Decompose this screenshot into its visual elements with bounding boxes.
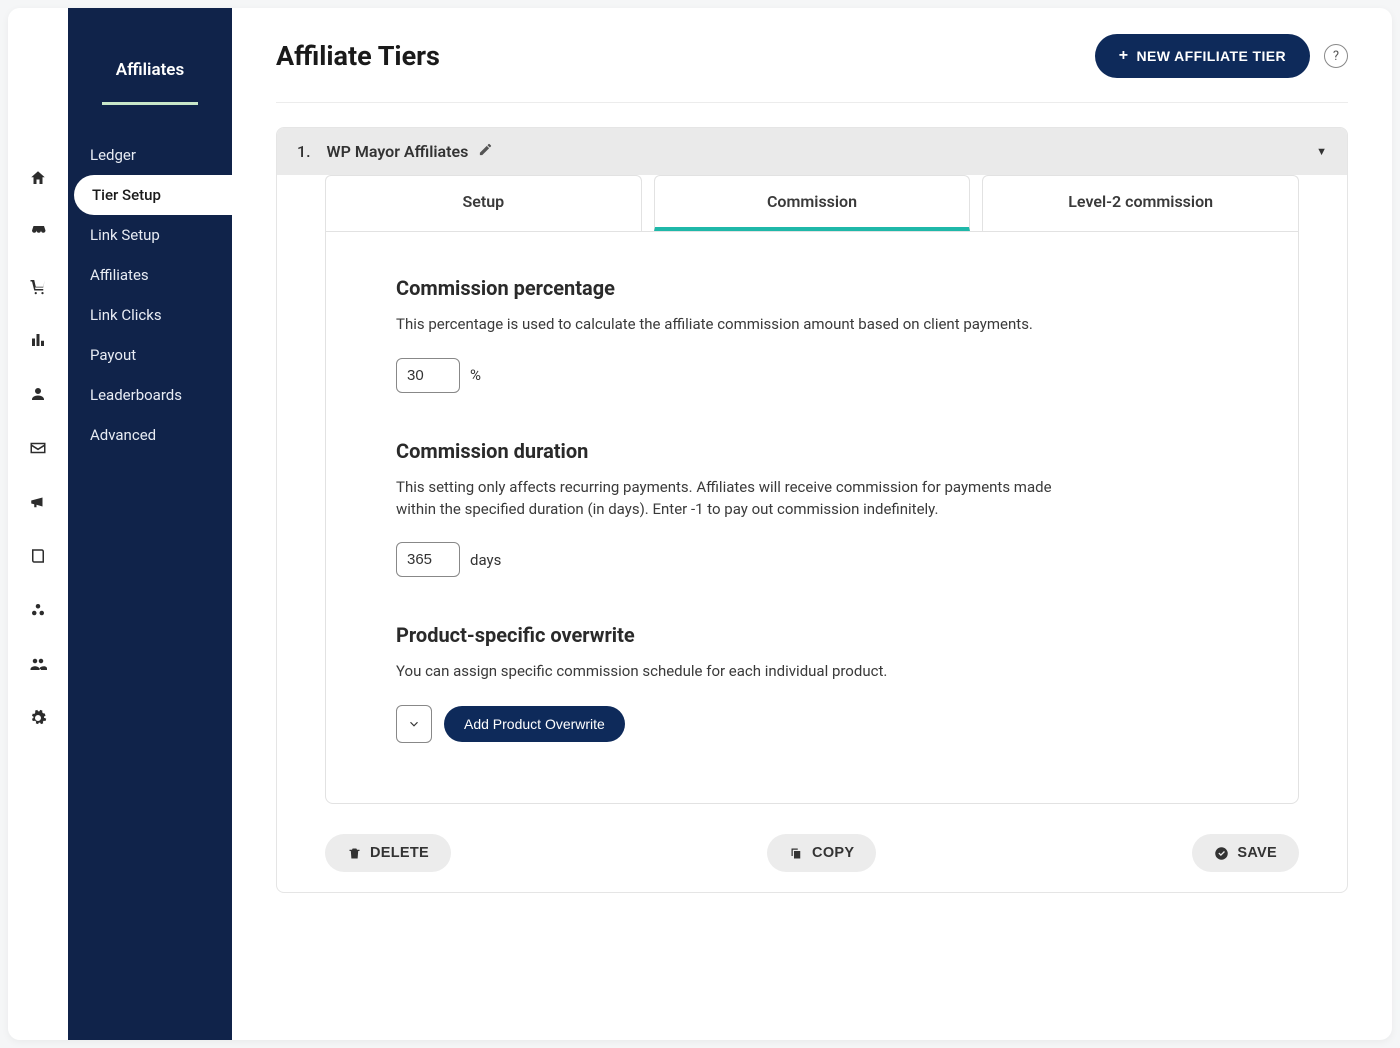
commission-duration-title: Commission duration — [396, 439, 1228, 463]
commission-percentage-unit: % — [470, 366, 481, 384]
tab-content: Commission percentage This percentage is… — [325, 231, 1299, 804]
check-circle-icon — [1214, 846, 1229, 861]
commission-duration-desc: This setting only affects recurring paym… — [396, 477, 1076, 521]
save-button[interactable]: SAVE — [1192, 834, 1299, 872]
megaphone-icon[interactable] — [28, 492, 48, 512]
chevron-down-icon[interactable]: ▼ — [1316, 145, 1327, 158]
sidebar-item-tier-setup[interactable]: Tier Setup — [74, 175, 232, 215]
home-icon[interactable] — [28, 168, 48, 188]
save-label: SAVE — [1237, 845, 1277, 861]
footer-actions: DELETE COPY SAVE — [325, 834, 1299, 872]
circles-icon[interactable] — [28, 600, 48, 620]
tier-name-text: WP Mayor Affiliates — [327, 142, 469, 161]
icon-rail — [8, 8, 68, 1040]
sidebar-title: Affiliates — [68, 60, 232, 80]
main-content: Affiliate Tiers + NEW AFFILIATE TIER ? 1… — [232, 8, 1392, 1040]
sidebar: Affiliates Ledger Tier Setup Link Setup … — [68, 8, 232, 1040]
pencil-icon[interactable] — [478, 142, 493, 161]
tab-setup[interactable]: Setup — [325, 175, 642, 231]
tab-commission[interactable]: Commission — [654, 175, 971, 231]
tier-panel: 1. WP Mayor Affiliates ▼ Setup Commissio… — [276, 127, 1348, 893]
tab-level2[interactable]: Level-2 commission — [982, 175, 1299, 231]
product-overwrite-title: Product-specific overwrite — [396, 623, 1228, 647]
book-icon[interactable] — [28, 546, 48, 566]
tier-header[interactable]: 1. WP Mayor Affiliates ▼ — [277, 128, 1347, 175]
product-overwrite-block: Product-specific overwrite You can assig… — [396, 623, 1228, 743]
help-button[interactable]: ? — [1324, 44, 1348, 68]
sidebar-item-leaderboards[interactable]: Leaderboards — [68, 375, 232, 415]
sidebar-item-ledger[interactable]: Ledger — [68, 135, 232, 175]
sidebar-item-affiliates[interactable]: Affiliates — [68, 255, 232, 295]
delete-label: DELETE — [370, 845, 429, 861]
tabs: Setup Commission Level-2 commission — [325, 175, 1299, 231]
commission-percentage-block: Commission percentage This percentage is… — [396, 276, 1228, 393]
commission-duration-unit: days — [470, 551, 501, 569]
commission-duration-input[interactable] — [396, 542, 460, 577]
page-title: Affiliate Tiers — [276, 40, 440, 72]
gear-icon[interactable] — [28, 708, 48, 728]
tier-number: 1. — [297, 142, 311, 161]
copy-button[interactable]: COPY — [767, 834, 876, 872]
commission-percentage-desc: This percentage is used to calculate the… — [396, 314, 1076, 336]
new-affiliate-tier-button[interactable]: + NEW AFFILIATE TIER — [1095, 34, 1310, 78]
plus-icon: + — [1119, 47, 1129, 65]
product-overwrite-desc: You can assign specific commission sched… — [396, 661, 1076, 683]
store-icon[interactable] — [28, 222, 48, 242]
user-icon[interactable] — [28, 384, 48, 404]
sidebar-item-payout[interactable]: Payout — [68, 335, 232, 375]
trash-icon — [347, 846, 362, 861]
sidebar-item-link-clicks[interactable]: Link Clicks — [68, 295, 232, 335]
mail-icon[interactable] — [28, 438, 48, 458]
sidebar-divider — [102, 102, 198, 105]
page-header: Affiliate Tiers + NEW AFFILIATE TIER ? — [276, 34, 1348, 103]
chevron-down-icon — [407, 717, 421, 731]
delete-button[interactable]: DELETE — [325, 834, 451, 872]
add-product-overwrite-button[interactable]: Add Product Overwrite — [444, 706, 625, 742]
cart-icon[interactable] — [28, 276, 48, 296]
sidebar-item-link-setup[interactable]: Link Setup — [68, 215, 232, 255]
chart-icon[interactable] — [28, 330, 48, 350]
people-icon[interactable] — [28, 654, 48, 674]
sidebar-item-advanced[interactable]: Advanced — [68, 415, 232, 455]
commission-duration-block: Commission duration This setting only af… — [396, 439, 1228, 578]
copy-icon — [789, 846, 804, 861]
copy-label: COPY — [812, 845, 854, 861]
product-select-toggle[interactable] — [396, 705, 432, 743]
commission-percentage-title: Commission percentage — [396, 276, 1228, 300]
commission-percentage-input[interactable] — [396, 358, 460, 393]
new-tier-label: NEW AFFILIATE TIER — [1136, 48, 1286, 64]
